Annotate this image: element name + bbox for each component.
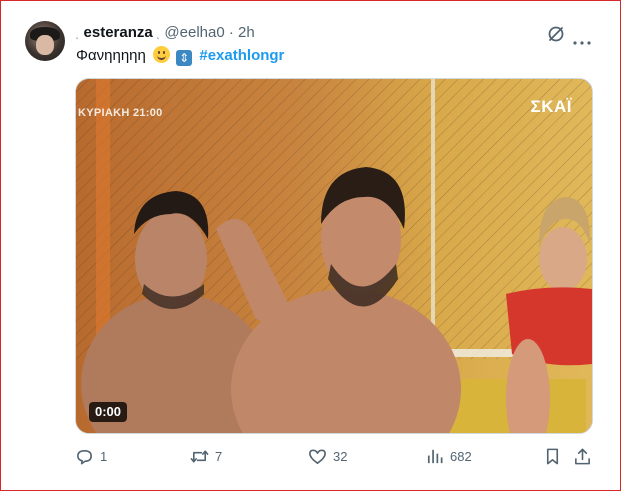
action-bar: 1 7 32 682: [0, 446, 621, 468]
channel-logo: ΣΚΑΪ: [530, 97, 572, 116]
video-duration: 0:00: [89, 402, 128, 422]
retweet-icon: [190, 449, 209, 463]
like-count: 32: [333, 448, 348, 464]
up-down-arrow-icon: ⇕: [176, 50, 193, 66]
reply-button[interactable]: 1: [75, 446, 107, 466]
video-thumbnail: [76, 79, 592, 433]
reply-icon: [77, 449, 92, 464]
tweet-card[interactable]: ˛ esteranza ˛ @eelha0 · 2h Φανηηηηη ⇕ #e…: [0, 0, 621, 491]
separator-dot: ·: [228, 24, 234, 41]
avatar[interactable]: [25, 21, 65, 61]
share-icon: [575, 448, 590, 464]
grok-icon[interactable]: [547, 25, 565, 43]
tweet-body: Φανηηηηη: [76, 47, 146, 64]
smiling-face-icon: [153, 46, 171, 63]
views-button[interactable]: 682: [425, 446, 472, 466]
name-decoration-left: ˛: [76, 29, 80, 40]
display-name[interactable]: esteranza: [84, 24, 153, 41]
retweet-button[interactable]: 7: [190, 446, 222, 466]
bookmark-button[interactable]: [543, 446, 562, 466]
bookmark-icon: [546, 448, 559, 464]
analytics-icon: [427, 449, 443, 463]
channel-overlay-text: ΚΥΡΙΑΚΗ 21:00: [78, 107, 163, 119]
like-button[interactable]: 32: [308, 446, 347, 466]
heart-icon: [309, 449, 326, 464]
reply-count: 1: [100, 448, 108, 464]
more-options-icon[interactable]: [573, 32, 591, 45]
name-decoration-right: ˛: [156, 29, 161, 40]
tweet-header: ˛ esteranza ˛ @eelha0 · 2h: [76, 24, 255, 44]
tweet-text: Φανηηηηη ⇕ #exathlongr: [76, 46, 284, 66]
user-handle[interactable]: @eelha0: [164, 24, 224, 41]
timestamp[interactable]: 2h: [238, 24, 255, 41]
video-player[interactable]: ΚΥΡΙΑΚΗ 21:00 ΣΚΑΪ 0:00: [75, 78, 593, 434]
retweet-count: 7: [215, 448, 223, 464]
hashtag-link[interactable]: #exathlongr: [199, 47, 284, 64]
share-button[interactable]: [573, 446, 592, 466]
views-count: 682: [450, 448, 472, 464]
